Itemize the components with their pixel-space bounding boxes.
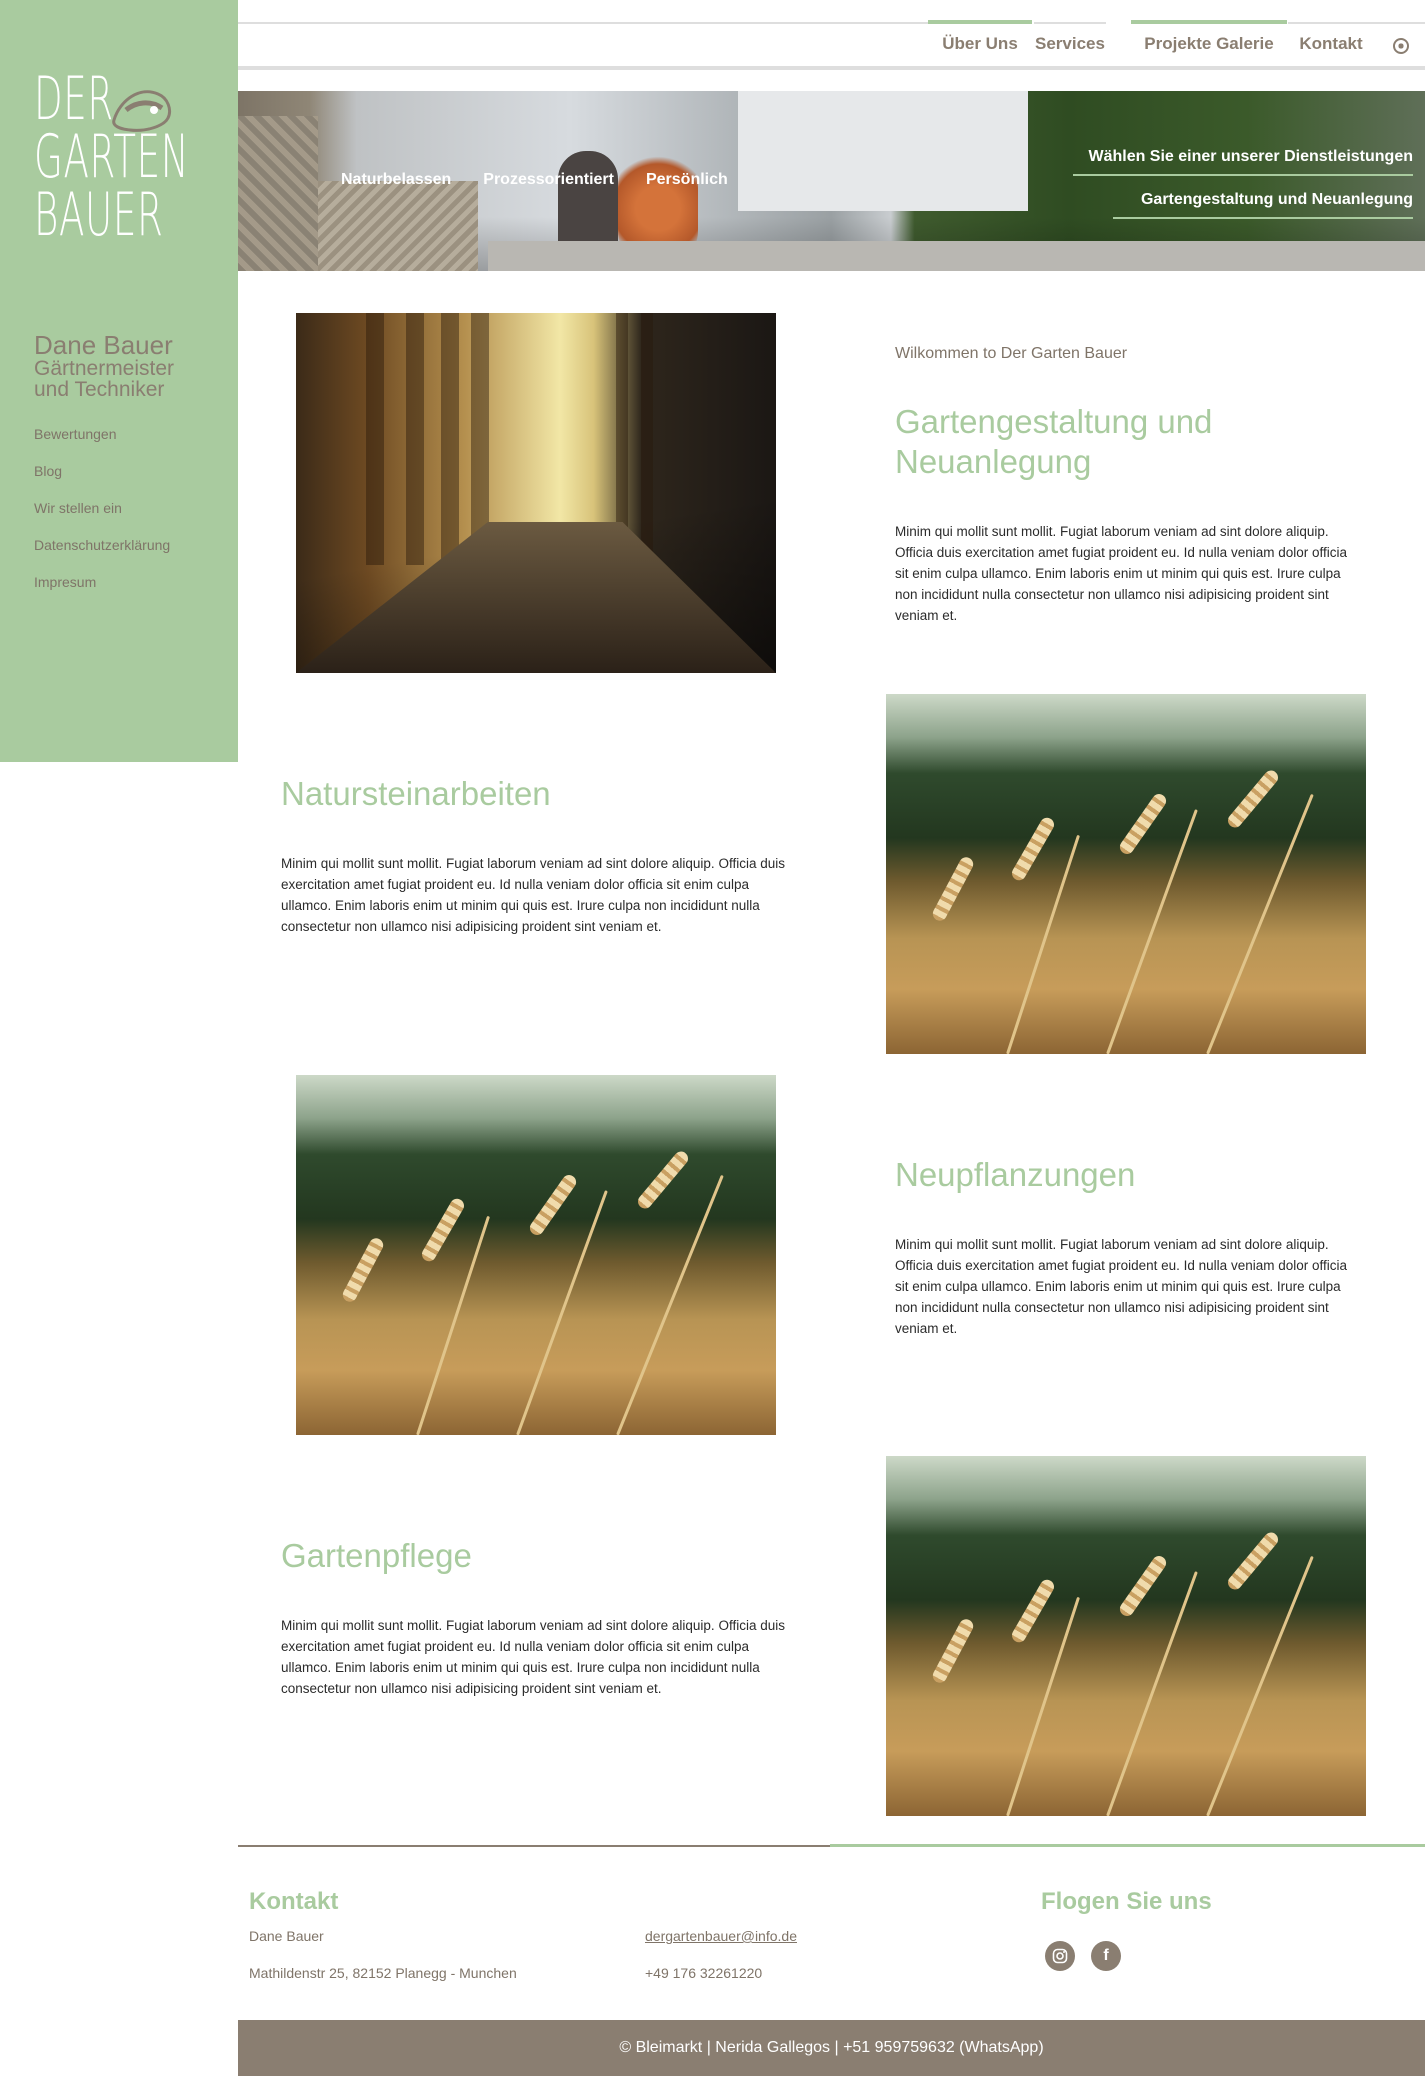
owner-title-1: Gärtnermeister [34,357,175,380]
sidebar: DER GARTEN BAUER Dane Bauer Gärtnermeist… [0,0,238,762]
section-text-natursteinarbeiten: Minim qui mollit sunt mollit. Fugiat lab… [281,856,785,934]
sidebar-link-datenschutz[interactable]: Datenschutzerklärung [34,527,170,564]
hero-gabion-wall [238,116,318,271]
photo-wheat-field-2 [296,1075,776,1435]
footer-divider-left [238,1845,830,1847]
sidebar-link-impresum[interactable]: Impresum [34,564,170,601]
top-navigation: Über Uns Services Projekte Galerie Konta… [238,0,1425,70]
hero-link-prozessorientiert[interactable]: Prozessorientiert [483,171,614,189]
nav-divider [238,22,928,24]
sidebar-nav: Bewertungen Blog Wir stellen ein Datensc… [34,416,170,601]
section-title-gartenpflege: Gartenpflege [281,1537,472,1574]
instagram-icon[interactable] [1045,1941,1075,1971]
section-title-gartengestaltung: Gartengestaltung und Neuanlegung [895,403,1213,480]
owner-title-2: und Techniker [34,378,165,401]
nav-item-services[interactable]: Services [1034,20,1106,66]
hero-cta-gartengestaltung[interactable]: Gartengestaltung und Neuanlegung [1113,191,1413,219]
footer-email-link[interactable]: dergartenbauer@info.de [645,1928,797,1944]
facebook-icon[interactable]: f [1091,1941,1121,1971]
footer-follow-title: Flogen Sie uns [1041,1888,1212,1915]
sidebar-link-bewertungen[interactable]: Bewertungen [34,416,170,453]
hero-stone-wall [318,181,478,271]
section-text-neupflanzungen: Minim qui mollit sunt mollit. Fugiat lab… [895,1237,1348,1336]
hero-cta-services[interactable]: Wählen Sie einer unserer Dienstleistunge… [1073,148,1413,176]
globe-icon[interactable] [1393,38,1409,54]
owner-name: Dane Bauer [34,330,173,360]
logo-text-der: DER [34,64,114,134]
footer-divider-right [830,1844,1425,1847]
hero-link-naturbelassen[interactable]: Naturbelassen [341,171,451,189]
logo-text-bauer: BAUER [34,180,164,250]
hero-link-persoenlich[interactable]: Persönlich [646,171,728,189]
footer-address: Mathildenstr 25, 82152 Planegg - Munchen [249,1965,517,1981]
owner-block: Dane Bauer Gärtnermeister und Techniker [34,332,174,400]
logo-text-garten: GARTEN [34,122,190,192]
photo-wheat-field-1 [886,694,1366,1054]
hero-links: Naturbelassen Prozessorientiert Persönli… [341,171,728,189]
sidebar-link-wir-stellen-ein[interactable]: Wir stellen ein [34,490,170,527]
section-text-gartengestaltung: Minim qui mollit sunt mollit. Fugiat lab… [895,524,1348,623]
footer-name: Dane Bauer [249,1928,324,1944]
photo-wheat-field-3 [886,1456,1366,1816]
nav-item-kontakt[interactable]: Kontakt [1296,20,1366,66]
nav-item-ueber-uns[interactable]: Über Uns [928,20,1032,66]
footer-phone: +49 176 32261220 [645,1965,763,1981]
copyright-bar: © Bleimarkt | Nerida Gallegos | +51 9597… [238,2020,1425,2076]
footer-contact-title: Kontakt [249,1888,339,1915]
hero-banner: Naturbelassen Prozessorientiert Persönli… [238,91,1425,271]
logo[interactable]: DER GARTEN BAUER [34,64,190,250]
section-title-natursteinarbeiten: Natursteinarbeiten [281,775,551,812]
section-text-gartenpflege: Minim qui mollit sunt mollit. Fugiat lab… [281,1618,785,1696]
hero-pavement [488,241,1425,271]
sidebar-link-blog[interactable]: Blog [34,453,170,490]
nav-item-projekte-galerie[interactable]: Projekte Galerie [1131,20,1287,66]
photo-interior [296,313,776,673]
hero-building [738,91,1028,211]
welcome-text: Wilkommen to Der Garten Bauer [895,345,1128,362]
section-title-neupflanzungen: Neupflanzungen [895,1156,1136,1193]
